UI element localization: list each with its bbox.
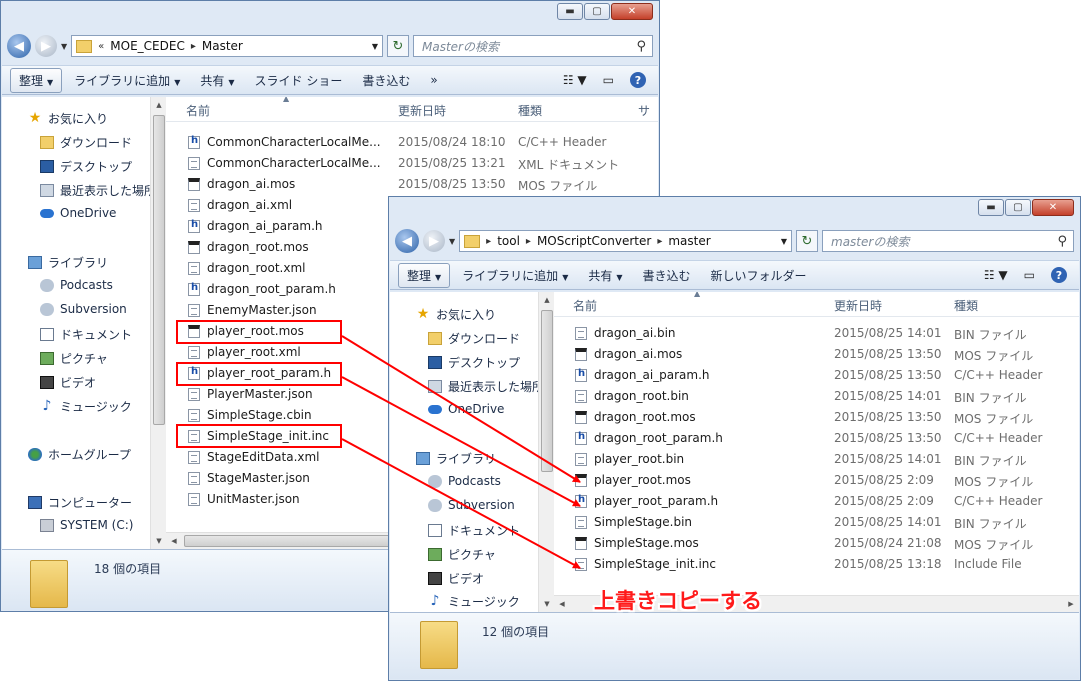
arrow-player-root-mos: [341, 335, 581, 483]
arrow-simplestage-init-inc: [341, 438, 581, 569]
arrow-player-root-param-h: [341, 376, 581, 507]
copy-arrows: [341, 335, 581, 569]
overwrite-copy-annotation: 上書きコピーする: [594, 589, 762, 613]
